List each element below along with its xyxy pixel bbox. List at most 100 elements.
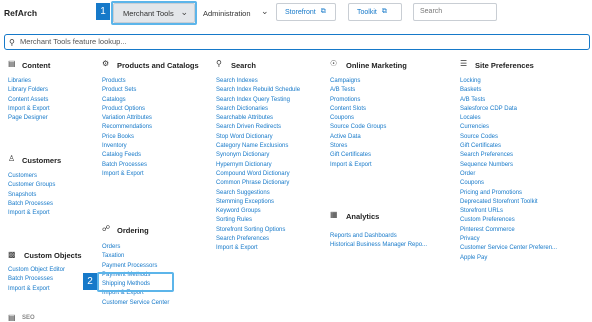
link-deprecated-storefront-toolkit[interactable]: Deprecated Storefront Toolkit	[460, 198, 557, 207]
section-title-search[interactable]: Search	[231, 61, 256, 70]
section-title-online-marketing[interactable]: Online Marketing	[346, 61, 407, 70]
link-customers-batch-processes[interactable]: Batch Processes	[8, 200, 55, 209]
link-compound-word-dictionary[interactable]: Compound Word Dictionary	[216, 170, 300, 179]
link-search-preferences[interactable]: Search Preferences	[216, 235, 300, 244]
link-order[interactable]: Order	[460, 170, 557, 179]
link-ab-tests[interactable]: A/B Tests	[330, 86, 386, 95]
link-currencies[interactable]: Currencies	[460, 123, 557, 132]
link-customers-import-export[interactable]: Import & Export	[8, 209, 55, 218]
link-product-options[interactable]: Product Options	[102, 105, 152, 114]
link-category-name-exclusions[interactable]: Category Name Exclusions	[216, 142, 300, 151]
link-synonym-dictionary[interactable]: Synonym Dictionary	[216, 151, 300, 160]
link-libraries[interactable]: Libraries	[8, 77, 50, 86]
link-search-driven-redirects[interactable]: Search Driven Redirects	[216, 123, 300, 132]
link-products-import-export[interactable]: Import & Export	[102, 170, 152, 179]
link-pinterest-commerce[interactable]: Pinterest Commerce	[460, 226, 557, 235]
section-title-analytics[interactable]: Analytics	[346, 212, 379, 221]
section-title-customers[interactable]: Customers	[22, 156, 61, 165]
link-products[interactable]: Products	[102, 77, 152, 86]
link-search-dictionaries[interactable]: Search Dictionaries	[216, 105, 300, 114]
link-source-code-groups[interactable]: Source Code Groups	[330, 123, 386, 132]
link-library-folders[interactable]: Library Folders	[8, 86, 50, 95]
link-page-designer[interactable]: Page Designer	[8, 114, 50, 123]
link-pref-coupons[interactable]: Coupons	[460, 179, 557, 188]
link-custom-objects-import-export[interactable]: Import & Export	[8, 285, 65, 294]
link-custom-object-editor[interactable]: Custom Object Editor	[8, 266, 65, 275]
link-price-books[interactable]: Price Books	[102, 133, 152, 142]
callout-highlight-2	[97, 272, 174, 292]
storefront-button[interactable]: Storefront ⧉	[276, 3, 336, 21]
link-customer-service-center[interactable]: Customer Service Center	[102, 299, 169, 308]
global-search-input[interactable]: Search	[413, 3, 497, 21]
link-reports-dashboards[interactable]: Reports and Dashboards	[330, 232, 427, 241]
administration-menu[interactable]: Administration	[203, 9, 251, 18]
link-campaigns[interactable]: Campaigns	[330, 77, 386, 86]
users-icon: ♙	[8, 154, 16, 163]
link-locking[interactable]: Locking	[460, 77, 557, 86]
feature-lookup-input[interactable]: ⚲ Merchant Tools feature lookup...	[4, 34, 590, 50]
link-orders[interactable]: Orders	[102, 243, 169, 252]
link-storefront-sorting-options[interactable]: Storefront Sorting Options	[216, 226, 300, 235]
link-inventory[interactable]: Inventory	[102, 142, 152, 151]
link-content-slots[interactable]: Content Slots	[330, 105, 386, 114]
link-keyword-groups[interactable]: Keyword Groups	[216, 207, 300, 216]
link-promotions[interactable]: Promotions	[330, 96, 386, 105]
link-snapshots[interactable]: Snapshots	[8, 191, 55, 200]
document-icon: ▤	[8, 59, 16, 68]
link-baskets[interactable]: Baskets	[460, 86, 557, 95]
link-variation-attributes[interactable]: Variation Attributes	[102, 114, 152, 123]
link-source-codes[interactable]: Source Codes	[460, 133, 557, 142]
link-content-import-export[interactable]: Import & Export	[8, 105, 50, 114]
cart-icon: ☍	[102, 224, 111, 233]
link-search-indexes[interactable]: Search Indexes	[216, 77, 300, 86]
link-locales[interactable]: Locales	[460, 114, 557, 123]
link-apple-pay[interactable]: Apple Pay	[460, 254, 557, 263]
storefront-label: Storefront	[285, 8, 316, 16]
link-stores[interactable]: Stores	[330, 142, 386, 151]
link-customer-groups[interactable]: Customer Groups	[8, 181, 55, 190]
link-customers[interactable]: Customers	[8, 172, 55, 181]
link-catalogs[interactable]: Catalogs	[102, 96, 152, 105]
link-custom-objects-batch-processes[interactable]: Batch Processes	[8, 275, 65, 284]
link-customer-service-center-preferences[interactable]: Customer Service Center Preferen...	[460, 244, 557, 253]
link-product-sets[interactable]: Product Sets	[102, 86, 152, 95]
link-pref-search-preferences[interactable]: Search Preferences	[460, 151, 557, 160]
link-coupons[interactable]: Coupons	[330, 114, 386, 123]
link-pricing-promotions[interactable]: Pricing and Promotions	[460, 189, 557, 198]
section-title-site-preferences[interactable]: Site Preferences	[475, 61, 534, 70]
link-search-index-rebuild-schedule[interactable]: Search Index Rebuild Schedule	[216, 86, 300, 95]
link-recommendations[interactable]: Recommendations	[102, 123, 152, 132]
link-searchable-attributes[interactable]: Searchable Attributes	[216, 114, 300, 123]
link-products-batch-processes[interactable]: Batch Processes	[102, 161, 152, 170]
link-stop-word-dictionary[interactable]: Stop Word Dictionary	[216, 133, 300, 142]
link-custom-preferences[interactable]: Custom Preferences	[460, 216, 557, 225]
toolkit-button[interactable]: Toolkit ⧉	[348, 3, 402, 21]
link-pref-gift-certificates[interactable]: Gift Certificates	[460, 142, 557, 151]
link-search-suggestions[interactable]: Search Suggestions	[216, 189, 300, 198]
link-historical-reports[interactable]: Historical Business Manager Repo...	[330, 241, 427, 250]
link-storefront-urls[interactable]: Storefront URLs	[460, 207, 557, 216]
link-active-data[interactable]: Active Data	[330, 133, 386, 142]
link-sorting-rules[interactable]: Sorting Rules	[216, 216, 300, 225]
link-taxation[interactable]: Taxation	[102, 252, 169, 261]
link-catalog-feeds[interactable]: Catalog Feeds	[102, 151, 152, 160]
link-hypernym-dictionary[interactable]: Hypernym Dictionary	[216, 161, 300, 170]
link-salesforce-cdp-data[interactable]: Salesforce CDP Data	[460, 105, 557, 114]
link-marketing-import-export[interactable]: Import & Export	[330, 161, 386, 170]
link-pref-ab-tests[interactable]: A/B Tests	[460, 96, 557, 105]
link-sequence-numbers[interactable]: Sequence Numbers	[460, 161, 557, 170]
link-search-index-query-testing[interactable]: Search Index Query Testing	[216, 96, 300, 105]
chevron-down-icon[interactable]: ⌄	[261, 6, 269, 17]
section-title-custom-objects[interactable]: Custom Objects	[24, 251, 82, 260]
link-stemming-exceptions[interactable]: Stemming Exceptions	[216, 198, 300, 207]
section-title-content[interactable]: Content	[22, 61, 50, 70]
section-title-seo-cut-off[interactable]: SEO	[22, 315, 35, 321]
link-content-assets[interactable]: Content Assets	[8, 96, 50, 105]
section-title-ordering[interactable]: Ordering	[117, 226, 149, 235]
link-search-import-export[interactable]: Import & Export	[216, 244, 300, 253]
link-gift-certificates[interactable]: Gift Certificates	[330, 151, 386, 160]
link-common-phrase-dictionary[interactable]: Common Phrase Dictionary	[216, 179, 300, 188]
link-payment-processors[interactable]: Payment Processors	[102, 262, 169, 271]
link-privacy[interactable]: Privacy	[460, 235, 557, 244]
section-title-products-catalogs[interactable]: Products and Catalogs	[117, 61, 199, 70]
